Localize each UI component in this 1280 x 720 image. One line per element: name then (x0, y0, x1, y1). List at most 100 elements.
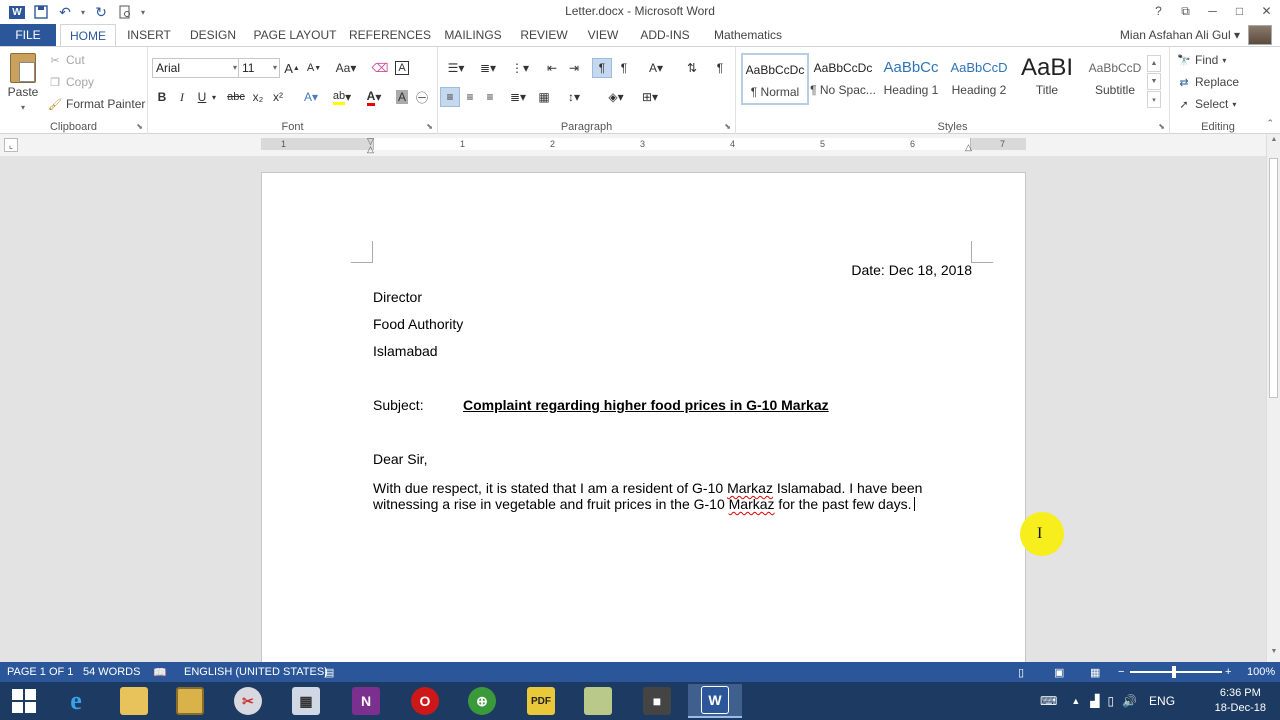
justify-icon[interactable]: ≣▾ (504, 87, 532, 107)
tab-references[interactable]: REFERENCES (348, 24, 432, 46)
show-hidden-icons-icon[interactable]: ▲ (1071, 696, 1080, 706)
left-indent-marker[interactable]: △ (367, 144, 374, 155)
borders-icon[interactable]: ⊞▾ (636, 87, 664, 107)
align-left-icon[interactable]: ≡ (440, 87, 460, 107)
body-line[interactable]: witnessing a rise in vegetable and fruit… (373, 496, 915, 512)
style-heading-2[interactable]: AaBbCcD Heading 2 (945, 53, 1013, 105)
tab-mathematics[interactable]: Mathematics (708, 24, 788, 46)
tab-insert[interactable]: INSERT (122, 24, 176, 46)
asian-layout-icon[interactable]: A▾ (642, 58, 670, 78)
print-layout-icon[interactable]: ▣ (1054, 666, 1064, 679)
subject-text[interactable]: Complaint regarding higher food prices i… (463, 397, 829, 413)
zoom-in-icon[interactable]: + (1225, 666, 1231, 678)
scroll-up-icon[interactable]: ▲ (1267, 136, 1280, 148)
gallery-more-icon[interactable]: ▾ (1147, 91, 1161, 108)
align-center-icon[interactable]: ≡ (460, 87, 480, 107)
gallery-scroll-up-icon[interactable]: ▲ (1147, 55, 1161, 72)
right-indent-marker[interactable]: △ (965, 142, 972, 153)
recipient-line[interactable]: Islamabad (373, 343, 438, 359)
close-button[interactable]: ✕ (1253, 0, 1280, 22)
text-effect-outline-icon[interactable]: A▾ (298, 87, 324, 107)
taskbar-pdf[interactable]: PDF (514, 684, 568, 718)
ltr-text-direction-icon[interactable]: ¶ (592, 58, 612, 78)
decrease-indent-icon[interactable]: ⇤ (542, 58, 562, 78)
salutation-line[interactable]: Dear Sir, (373, 451, 427, 467)
taskbar-folder[interactable] (107, 684, 161, 718)
shrink-font-button[interactable]: A ▼ (304, 58, 324, 78)
taskbar-snipping-tool[interactable]: ✂ (221, 684, 275, 718)
font-color-icon[interactable]: A ▾ (360, 87, 388, 107)
underline-dropdown-icon[interactable]: ▾ (208, 87, 220, 107)
multilevel-list-icon[interactable]: ⋮▾ (506, 58, 534, 78)
shading-icon[interactable]: ◈▾ (602, 87, 630, 107)
help-button[interactable]: ? (1145, 0, 1172, 22)
copy-button[interactable]: ❐ Copy (48, 75, 94, 89)
read-mode-icon[interactable]: ▯ (1018, 666, 1024, 679)
subscript-button[interactable]: x₂ (248, 87, 268, 107)
web-layout-icon[interactable]: ▦ (1090, 666, 1100, 679)
tab-add-ins[interactable]: ADD-INS (634, 24, 696, 46)
save-icon[interactable] (30, 2, 52, 22)
print-preview-icon[interactable] (114, 2, 136, 22)
clear-formatting-icon[interactable]: ⌫ (370, 58, 390, 78)
cut-button[interactable]: ✂ Cut (48, 53, 84, 67)
taskbar-globe[interactable]: ⊕ (455, 684, 509, 718)
tab-file[interactable]: FILE (0, 24, 56, 46)
taskbar-onenote[interactable]: N (339, 684, 393, 718)
vertical-scrollbar[interactable]: ▲ ▼ (1266, 134, 1280, 662)
tab-design[interactable]: DESIGN (186, 24, 240, 46)
text-effects-icon[interactable]: A (392, 58, 412, 78)
bold-button[interactable]: B (152, 87, 172, 107)
italic-button[interactable]: I (172, 87, 192, 107)
zoom-slider-thumb[interactable] (1172, 666, 1176, 678)
highlight-color-icon[interactable]: ab ▾ (328, 87, 356, 107)
body-line[interactable]: With due respect, it is stated that I am… (373, 480, 922, 496)
scroll-down-icon[interactable]: ▼ (1267, 648, 1280, 660)
tab-mailings[interactable]: MAILINGS (440, 24, 506, 46)
taskbar-internet-explorer[interactable]: e (49, 684, 103, 718)
taskbar-word[interactable]: W (688, 684, 742, 718)
page-count[interactable]: PAGE 1 OF 1 (7, 666, 73, 678)
undo-icon[interactable]: ↶ (54, 2, 76, 22)
zoom-slider[interactable] (1130, 671, 1222, 673)
style-no-spacing[interactable]: AaBbCcDc ¶ No Spac... (809, 53, 877, 105)
tab-page-layout[interactable]: PAGE LAYOUT (252, 24, 338, 46)
word-app-icon[interactable]: W (6, 2, 28, 22)
start-button[interactable] (0, 682, 48, 720)
style-subtitle[interactable]: AaBbCcD Subtitle (1081, 53, 1149, 105)
find-button[interactable]: 🔭 Find ▾ (1177, 53, 1226, 67)
taskbar-file-explorer[interactable] (163, 684, 217, 718)
style-title[interactable]: AaBI Title (1013, 53, 1081, 105)
rtl-text-direction-icon[interactable]: ¶ (614, 58, 634, 78)
taskbar-opera[interactable]: O (398, 684, 452, 718)
word-count[interactable]: 54 WORDS (83, 666, 140, 678)
increase-indent-icon[interactable]: ⇥ (564, 58, 584, 78)
taskbar-video-recorder[interactable]: ■ (630, 684, 684, 718)
clipboard-launcher-icon[interactable]: ⬊ (136, 122, 143, 131)
customize-qat-icon[interactable]: ▾ (138, 2, 148, 22)
gallery-scroll-down-icon[interactable]: ▼ (1147, 73, 1161, 90)
line-spacing-icon[interactable]: ↕▾ (560, 87, 588, 107)
styles-launcher-icon[interactable]: ⬊ (1158, 122, 1165, 131)
show-formatting-marks-button[interactable]: ¶ (710, 58, 730, 78)
enclose-characters-icon[interactable]: ㊀ (412, 87, 432, 107)
change-case-button[interactable]: Aa ▾ (332, 58, 360, 78)
style-heading-1[interactable]: AaBbCc Heading 1 (877, 53, 945, 105)
ribbon-display-options-button[interactable]: ⧉ (1172, 0, 1199, 22)
zoom-out-icon[interactable]: − (1118, 666, 1124, 678)
avatar[interactable] (1248, 25, 1272, 45)
maximize-button[interactable]: □ (1226, 0, 1253, 22)
subject-label[interactable]: Subject: (373, 397, 424, 413)
character-shading-icon[interactable]: A (392, 87, 412, 107)
select-button[interactable]: ➚ Select ▾ (1177, 97, 1236, 111)
recipient-line[interactable]: Food Authority (373, 316, 463, 332)
clock[interactable]: 6:36 PM 18-Dec-18 (1215, 686, 1266, 716)
tab-home[interactable]: HOME (60, 24, 116, 47)
zoom-level[interactable]: 100% (1247, 666, 1275, 678)
strikethrough-button[interactable]: abc (224, 87, 248, 107)
grow-font-button[interactable]: A ▲ (282, 58, 302, 78)
paragraph-launcher-icon[interactable]: ⬊ (724, 122, 731, 131)
horizontal-ruler[interactable]: 1 1 2 3 4 5 6 7 ▽ △ △ (261, 136, 1026, 154)
bullets-icon[interactable]: ☰▾ (442, 58, 470, 78)
proofing-icon[interactable]: 📖 (153, 666, 167, 679)
